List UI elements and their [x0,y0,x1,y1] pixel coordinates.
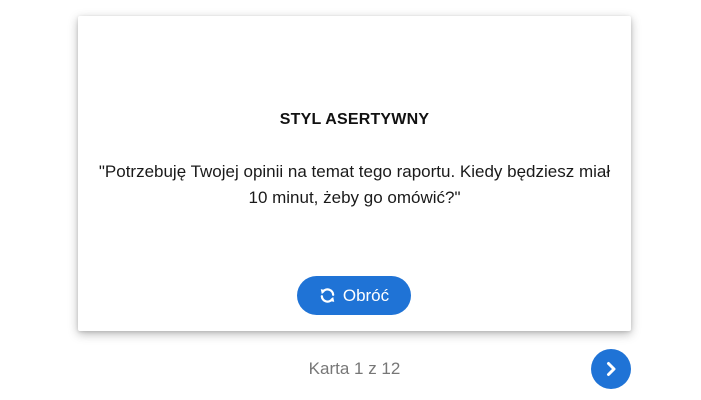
next-card-button[interactable] [591,349,631,389]
card-title: STYL ASERTYWNY [279,111,430,128]
refresh-icon [319,287,336,304]
flashcard: STYL ASERTYWNY "Potrzebuję Twojej opinii… [78,16,631,331]
flip-button[interactable]: Obróć [297,276,411,315]
card-quote: "Potrzebuję Twojej opinii na temat tego … [98,162,611,207]
flip-button-label: Obróć [342,285,390,305]
chevron-right-icon [603,361,619,377]
